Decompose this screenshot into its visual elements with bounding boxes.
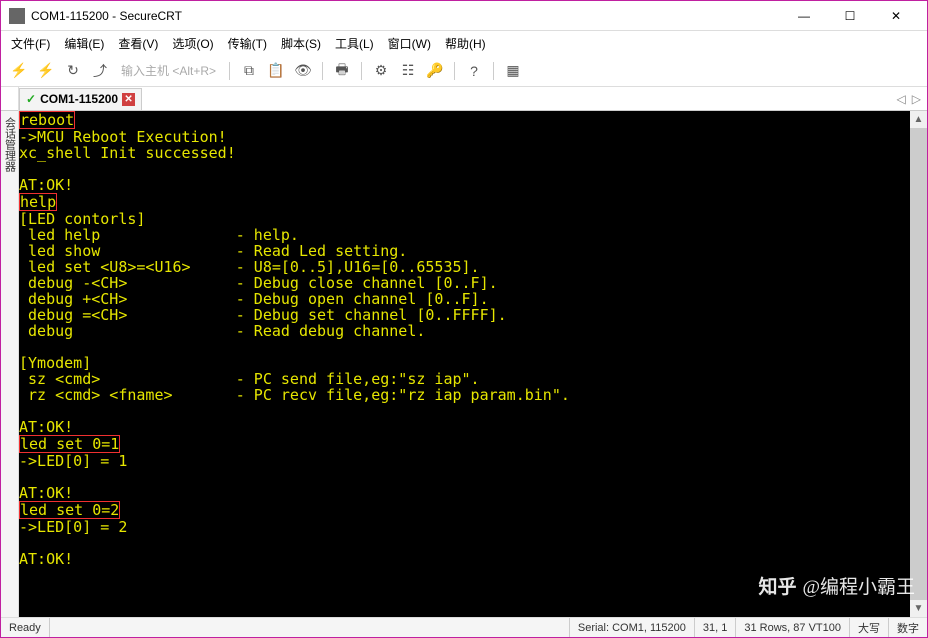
- minimize-button[interactable]: —: [781, 1, 827, 31]
- term-line: debug - Read debug channel.: [19, 322, 425, 340]
- extra-icon[interactable]: ▦: [501, 59, 525, 83]
- tab-nav: ◁ ▷: [891, 92, 927, 106]
- watermark-user: @编程小霸王: [803, 572, 916, 599]
- session-manager-sidebar[interactable]: 会话管理器: [1, 111, 19, 617]
- term-line: AT:OK!: [19, 484, 73, 502]
- tab-label: COM1-115200: [40, 92, 118, 106]
- menu-script[interactable]: 脚本(S): [275, 33, 327, 54]
- status-cursor-pos: 31, 1: [695, 618, 736, 637]
- menu-help[interactable]: 帮助(H): [439, 33, 492, 54]
- titlebar[interactable]: COM1-115200 - SecureCRT — ☐ ✕: [1, 1, 927, 31]
- menu-file[interactable]: 文件(F): [5, 33, 56, 54]
- cmd-led-set-0-2: led set 0=2: [19, 501, 120, 519]
- disconnect-icon[interactable]: ⤴: [88, 59, 112, 83]
- term-line: AT:OK!: [19, 550, 73, 568]
- status-num: 数字: [889, 618, 927, 637]
- scroll-down-icon[interactable]: ▼: [910, 600, 927, 617]
- reconnect-icon[interactable]: ↻: [61, 59, 85, 83]
- menu-edit[interactable]: 编辑(E): [58, 33, 110, 54]
- terminal[interactable]: reboot ->MCU Reboot Execution! xc_shell …: [19, 111, 927, 617]
- separator: [322, 62, 323, 80]
- tabbar: ✓ COM1-115200 ✕ ◁ ▷: [1, 87, 927, 111]
- menubar: 文件(F) 编辑(E) 查看(V) 选项(O) 传输(T) 脚本(S) 工具(L…: [1, 31, 927, 55]
- close-button[interactable]: ✕: [873, 1, 919, 31]
- paste-icon[interactable]: 📋: [264, 59, 288, 83]
- vertical-scrollbar[interactable]: ▲ ▼: [910, 111, 927, 617]
- tab-com1[interactable]: ✓ COM1-115200 ✕: [19, 88, 142, 110]
- menu-options[interactable]: 选项(O): [166, 33, 219, 54]
- tab-next-icon[interactable]: ▷: [912, 92, 921, 106]
- term-line: xc_shell Init successed!: [19, 144, 236, 162]
- app-icon: [9, 8, 25, 24]
- menu-tools[interactable]: 工具(L): [329, 33, 380, 54]
- term-line: AT:OK!: [19, 418, 73, 436]
- scroll-thumb[interactable]: [910, 128, 927, 600]
- toolbar: ⚡ ⚡ ↻ ⤴ 输入主机 <Alt+R> ⧉ 📋 👁 🖶 ⚙ ☷ 🔑 ? ▦: [1, 55, 927, 87]
- tab-close-icon[interactable]: ✕: [122, 93, 135, 106]
- menu-view[interactable]: 查看(V): [112, 33, 164, 54]
- cmd-help: help: [19, 193, 57, 211]
- settings-icon[interactable]: ⚙: [369, 59, 393, 83]
- status-rows: 31 Rows, 87 VT100: [736, 618, 850, 637]
- menu-window[interactable]: 窗口(W): [382, 33, 437, 54]
- scroll-up-icon[interactable]: ▲: [910, 111, 927, 128]
- term-line: ->LED[0] = 2: [19, 518, 127, 536]
- separator: [454, 62, 455, 80]
- term-line: rz <cmd> <fname> - PC recv file,eg:"rz i…: [19, 386, 570, 404]
- menu-transfer[interactable]: 传输(T): [222, 33, 273, 54]
- window-title: COM1-115200 - SecureCRT: [31, 9, 781, 23]
- sidebar-label: 会话管理器: [2, 111, 18, 172]
- connect-icon[interactable]: ⚡: [7, 59, 31, 83]
- status-serial: Serial: COM1, 115200: [570, 618, 695, 637]
- term-line: ->LED[0] = 1: [19, 452, 127, 470]
- find-icon[interactable]: 👁: [291, 59, 315, 83]
- cmd-led-set-0-1: led set 0=1: [19, 435, 120, 453]
- separator: [229, 62, 230, 80]
- check-icon: ✓: [26, 92, 36, 106]
- cmd-reboot: reboot: [19, 111, 75, 129]
- watermark-zhihu: 知乎: [758, 572, 796, 599]
- host-input[interactable]: 输入主机 <Alt+R>: [115, 62, 222, 79]
- term-line: AT:OK!: [19, 176, 73, 194]
- print-icon[interactable]: 🖶: [330, 59, 354, 83]
- scroll-track[interactable]: [910, 128, 927, 600]
- status-ready: Ready: [1, 618, 50, 637]
- watermark: 知乎 @编程小霸王: [758, 572, 915, 599]
- separator: [361, 62, 362, 80]
- separator: [493, 62, 494, 80]
- key-icon[interactable]: 🔑: [423, 59, 447, 83]
- copy-icon[interactable]: ⧉: [237, 59, 261, 83]
- sidebar-toggle[interactable]: [1, 87, 19, 111]
- quick-connect-icon[interactable]: ⚡: [34, 59, 58, 83]
- tab-prev-icon[interactable]: ◁: [897, 92, 906, 106]
- status-spacer: [50, 618, 570, 637]
- status-caps: 大写: [850, 618, 889, 637]
- maximize-button[interactable]: ☐: [827, 1, 873, 31]
- statusbar: Ready Serial: COM1, 115200 31, 1 31 Rows…: [1, 617, 927, 637]
- help-icon[interactable]: ?: [462, 59, 486, 83]
- sessions-icon[interactable]: ☷: [396, 59, 420, 83]
